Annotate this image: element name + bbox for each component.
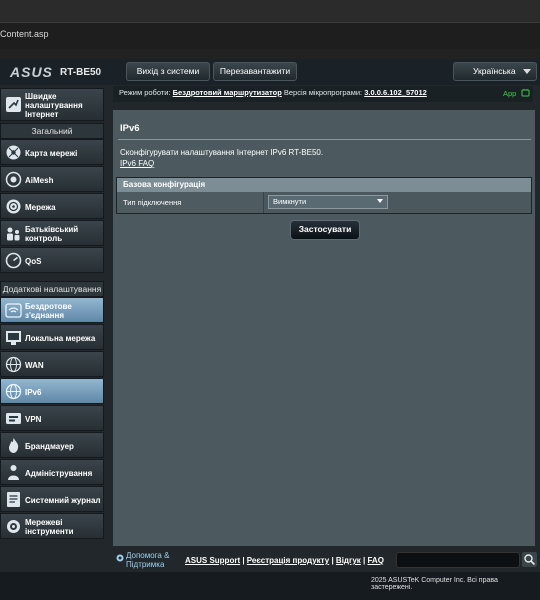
- connection-type-select[interactable]: Вимкнути: [268, 195, 388, 209]
- sidebar-item-system-log[interactable]: Системний журнал: [0, 486, 104, 512]
- sidebar-item-label: Батьківський контроль: [25, 225, 79, 243]
- mode-label: Режим роботи:: [119, 88, 171, 97]
- connection-type-row: Тип підключення Вимкнути: [117, 192, 531, 213]
- sidebar-item-label: Бездротове з'єднання: [25, 302, 72, 320]
- sidebar-item-lan[interactable]: Локальна мережа: [0, 324, 104, 350]
- language-label: Українська: [473, 66, 516, 76]
- language-select[interactable]: Українська: [453, 62, 537, 81]
- product-registration-link[interactable]: Реєстрація продукту: [247, 556, 329, 565]
- sidebar-item-label: Брандмауер: [25, 442, 74, 451]
- sidebar-item-label: QoS: [25, 257, 42, 266]
- sidebar-item-label: AiMesh: [25, 176, 54, 185]
- firmware-link[interactable]: 3.0.0.6.102_57012: [364, 88, 427, 97]
- sidebar-item-label: Мережа: [25, 203, 56, 212]
- reboot-button[interactable]: Перезавантажити: [213, 62, 297, 81]
- quick-setup-button[interactable]: Швидке налаштування Інтернет: [0, 88, 104, 121]
- firmware-label: Версія мікропрограми:: [283, 88, 363, 97]
- search-input[interactable]: [396, 552, 520, 568]
- copyright-text: 2025 ASUSTeK Computer Inc. Всі права зас…: [371, 577, 498, 591]
- network-tools-icon: [7, 520, 20, 533]
- quick-setup-label: Швидке налаштування Інтернет: [25, 92, 83, 119]
- sidebar-item-label: Локальна мережа: [25, 334, 96, 343]
- sidebar-item-firewall[interactable]: Брандмауер: [0, 432, 104, 458]
- sidebar-item-label: VPN: [25, 415, 42, 424]
- address-text: Content.asp: [0, 29, 49, 39]
- model-name: RT-BE50: [60, 67, 102, 78]
- sidebar-item-administration[interactable]: Адміністрування: [0, 459, 104, 485]
- page-description: Сконфігурувати налаштування Інтернет IPv…: [120, 148, 324, 157]
- parental-control-icon: [7, 227, 20, 241]
- system-log-icon: [7, 492, 20, 507]
- mode-link[interactable]: Бездротовий маршрутизатор: [173, 88, 282, 97]
- browser-tabstrip: [0, 0, 540, 22]
- footer-links: ASUS Support | Реєстрація продукту | Від…: [185, 556, 384, 565]
- connection-type-value: Вимкнути: [273, 197, 307, 206]
- help-icon: [116, 554, 124, 562]
- sidebar-item-label: Адміністрування: [25, 469, 93, 478]
- content-panel: [113, 110, 535, 546]
- feedback-link[interactable]: Відгук: [336, 556, 361, 565]
- asus-logo: ASUS: [10, 64, 53, 80]
- sidebar-item-network-tools[interactable]: Мережеві інструменти: [0, 513, 104, 539]
- basic-config-header: Базова конфігурація: [117, 178, 531, 192]
- sidebar-item-parental-control[interactable]: Батьківський контроль: [0, 220, 104, 246]
- sidebar-item-qos[interactable]: QoS: [0, 247, 104, 273]
- firewall-icon: [9, 438, 19, 453]
- title-divider: [118, 139, 531, 140]
- qos-icon: [5, 252, 22, 269]
- advanced-section-header: Додаткові налаштування: [0, 281, 104, 297]
- connection-type-label: Тип підключення: [117, 192, 264, 213]
- apply-button[interactable]: Застосувати: [290, 220, 360, 240]
- chevron-down-icon: [523, 69, 531, 74]
- administration-icon: [8, 465, 19, 480]
- sidebar-item-wireless[interactable]: Бездротове з'єднання: [0, 297, 104, 323]
- sidebar-item-vpn[interactable]: VPN: [0, 405, 104, 431]
- app-icon[interactable]: [521, 88, 530, 97]
- vpn-icon: [6, 413, 21, 424]
- sidebar-item-label: IPv6: [25, 388, 42, 397]
- sidebar-item-aimesh[interactable]: AiMesh: [0, 166, 104, 192]
- general-section-header: Загальний: [0, 123, 104, 139]
- network-map-icon: [6, 145, 21, 160]
- chevron-down-icon: [377, 199, 383, 203]
- network-icon: [6, 199, 21, 214]
- wireless-icon: [5, 303, 22, 318]
- status-text: Режим роботи: Бездротовий маршрутизатор …: [119, 88, 427, 97]
- help-support-link[interactable]: Допомога & Підтримка: [126, 551, 176, 569]
- sidebar-item-network[interactable]: Мережа: [0, 193, 104, 219]
- sidebar-item-wan[interactable]: WAN: [0, 351, 104, 377]
- lan-icon: [6, 331, 21, 345]
- app-label[interactable]: App: [503, 89, 516, 98]
- page-title: IPv6: [120, 123, 140, 134]
- browser-bookmark-strip: [0, 49, 540, 59]
- sidebar-item-label: Карта мережі: [25, 149, 78, 158]
- sidebar-item-ipv6[interactable]: IPv6: [0, 378, 104, 404]
- aimesh-icon: [5, 171, 22, 188]
- wan-icon: [5, 356, 22, 373]
- sidebar-item-network-map[interactable]: Карта мережі: [0, 139, 104, 165]
- logout-button[interactable]: Вихід з системи: [126, 62, 210, 81]
- sidebar-item-label: WAN: [25, 361, 44, 370]
- ipv6-icon: [5, 383, 22, 400]
- quick-setup-icon: [6, 97, 21, 112]
- asus-support-link[interactable]: ASUS Support: [185, 556, 240, 565]
- ipv6-faq-link[interactable]: IPv6 FAQ: [120, 159, 154, 168]
- basic-config-table: Базова конфігурація Тип підключення Вимк…: [116, 177, 532, 214]
- address-bar[interactable]: [0, 22, 540, 50]
- sidebar-item-label: Системний журнал: [25, 496, 101, 505]
- help-support-label: Допомога & Підтримка: [126, 551, 170, 569]
- faq-link[interactable]: FAQ: [367, 556, 383, 565]
- sidebar-item-label: Мережеві інструменти: [25, 518, 74, 536]
- search-icon[interactable]: [522, 552, 537, 567]
